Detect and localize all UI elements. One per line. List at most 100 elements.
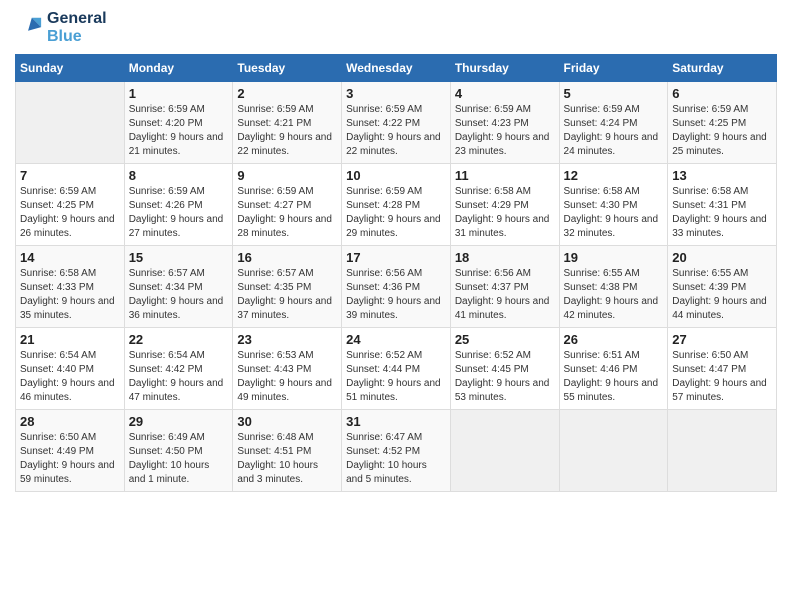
calendar-header-row: SundayMondayTuesdayWednesdayThursdayFrid…: [16, 55, 777, 82]
calendar-cell: 28Sunrise: 6:50 AMSunset: 4:49 PMDayligh…: [16, 410, 125, 492]
day-info: Sunrise: 6:58 AMSunset: 4:33 PMDaylight:…: [20, 267, 120, 323]
day-number: 23: [237, 332, 337, 347]
day-info: Sunrise: 6:51 AMSunset: 4:46 PMDaylight:…: [564, 349, 664, 405]
header-tuesday: Tuesday: [233, 55, 342, 82]
day-number: 25: [455, 332, 555, 347]
calendar-cell: 5Sunrise: 6:59 AMSunset: 4:24 PMDaylight…: [559, 82, 668, 164]
header-thursday: Thursday: [450, 55, 559, 82]
day-number: 31: [346, 414, 446, 429]
calendar-cell: 2 Sunrise: 6:59 AMSunset: 4:21 PMDaylight…: [233, 82, 342, 164]
day-number: 15: [129, 250, 229, 265]
calendar-cell: [559, 410, 668, 492]
day-number: 20: [672, 250, 772, 265]
calendar-cell: 12 Sunrise: 6:58 AMSunset: 4:30 PMDayligh…: [559, 164, 668, 246]
calendar-cell: 23 Sunrise: 6:53 AMSunset: 4:43 PMDayligh…: [233, 328, 342, 410]
header: General Blue: [15, 10, 777, 46]
day-number: 27: [672, 332, 772, 347]
week-row-0: 1 Sunrise: 6:59 AMSunset: 4:20 PMDaylight…: [16, 82, 777, 164]
logo: General Blue: [15, 10, 107, 46]
day-info: Sunrise: 6:58 AMSunset: 4:31 PMDaylight:…: [672, 185, 772, 241]
day-info: Sunrise: 6:59 AMSunset: 4:27 PMDaylight:…: [237, 185, 337, 241]
day-info: Sunrise: 6:56 AMSunset: 4:36 PMDaylight:…: [346, 267, 446, 323]
calendar-cell: [16, 82, 125, 164]
day-number: 26: [564, 332, 664, 347]
logo-icon: [15, 14, 43, 42]
day-info: Sunrise: 6:57 AMSunset: 4:34 PMDaylight:…: [129, 267, 229, 323]
calendar-cell: 29Sunrise: 6:49 AMSunset: 4:50 PMDayligh…: [124, 410, 233, 492]
calendar-cell: 16Sunrise: 6:57 AMSunset: 4:35 PMDayligh…: [233, 246, 342, 328]
calendar-cell: 9 Sunrise: 6:59 AMSunset: 4:27 PMDaylight…: [233, 164, 342, 246]
day-number: 28: [20, 414, 120, 429]
day-info: Sunrise: 6:52 AMSunset: 4:45 PMDaylight:…: [455, 349, 555, 405]
day-info: Sunrise: 6:59 AMSunset: 4:26 PMDaylight:…: [129, 185, 229, 241]
day-info: Sunrise: 6:55 AMSunset: 4:38 PMDaylight:…: [564, 267, 664, 323]
header-friday: Friday: [559, 55, 668, 82]
day-number: 9: [237, 168, 337, 183]
day-info: Sunrise: 6:47 AMSunset: 4:52 PMDaylight:…: [346, 431, 446, 487]
day-number: 29: [129, 414, 229, 429]
calendar-cell: 4Sunrise: 6:59 AMSunset: 4:23 PMDaylight…: [450, 82, 559, 164]
day-number: 22: [129, 332, 229, 347]
calendar-cell: [668, 410, 777, 492]
header-monday: Monday: [124, 55, 233, 82]
calendar-cell: 13 Sunrise: 6:58 AMSunset: 4:31 PMDayligh…: [668, 164, 777, 246]
week-row-3: 21Sunrise: 6:54 AMSunset: 4:40 PMDayligh…: [16, 328, 777, 410]
calendar-cell: 19 Sunrise: 6:55 AMSunset: 4:38 PMDayligh…: [559, 246, 668, 328]
day-number: 2: [237, 86, 337, 101]
calendar-cell: 10 Sunrise: 6:59 AMSunset: 4:28 PMDayligh…: [342, 164, 451, 246]
day-number: 8: [129, 168, 229, 183]
calendar-cell: 11 Sunrise: 6:58 AMSunset: 4:29 PMDayligh…: [450, 164, 559, 246]
week-row-4: 28Sunrise: 6:50 AMSunset: 4:49 PMDayligh…: [16, 410, 777, 492]
day-number: 11: [455, 168, 555, 183]
day-number: 17: [346, 250, 446, 265]
week-row-1: 7 Sunrise: 6:59 AMSunset: 4:25 PMDaylight…: [16, 164, 777, 246]
header-saturday: Saturday: [668, 55, 777, 82]
day-info: Sunrise: 6:59 AMSunset: 4:25 PMDaylight:…: [672, 103, 772, 159]
calendar-cell: 26 Sunrise: 6:51 AMSunset: 4:46 PMDayligh…: [559, 328, 668, 410]
day-number: 30: [237, 414, 337, 429]
day-info: Sunrise: 6:59 AMSunset: 4:22 PMDaylight:…: [346, 103, 446, 159]
day-number: 10: [346, 168, 446, 183]
day-info: Sunrise: 6:56 AMSunset: 4:37 PMDaylight:…: [455, 267, 555, 323]
calendar-cell: 1 Sunrise: 6:59 AMSunset: 4:20 PMDaylight…: [124, 82, 233, 164]
day-info: Sunrise: 6:50 AMSunset: 4:47 PMDaylight:…: [672, 349, 772, 405]
day-info: Sunrise: 6:53 AMSunset: 4:43 PMDaylight:…: [237, 349, 337, 405]
day-number: 16: [237, 250, 337, 265]
page-container: General Blue SundayMondayTuesdayWednesda…: [0, 0, 792, 502]
day-info: Sunrise: 6:59 AMSunset: 4:25 PMDaylight:…: [20, 185, 120, 241]
calendar-cell: 30 Sunrise: 6:48 AMSunset: 4:51 PMDayligh…: [233, 410, 342, 492]
day-info: Sunrise: 6:59 AMSunset: 4:24 PMDaylight:…: [564, 103, 664, 159]
calendar-cell: 7 Sunrise: 6:59 AMSunset: 4:25 PMDaylight…: [16, 164, 125, 246]
day-number: 12: [564, 168, 664, 183]
calendar-cell: [450, 410, 559, 492]
calendar-cell: 24 Sunrise: 6:52 AMSunset: 4:44 PMDayligh…: [342, 328, 451, 410]
calendar-cell: 14 Sunrise: 6:58 AMSunset: 4:33 PMDayligh…: [16, 246, 125, 328]
header-sunday: Sunday: [16, 55, 125, 82]
day-info: Sunrise: 6:55 AMSunset: 4:39 PMDaylight:…: [672, 267, 772, 323]
calendar-cell: 21Sunrise: 6:54 AMSunset: 4:40 PMDayligh…: [16, 328, 125, 410]
day-number: 3: [346, 86, 446, 101]
calendar-cell: 25 Sunrise: 6:52 AMSunset: 4:45 PMDayligh…: [450, 328, 559, 410]
calendar-cell: 3 Sunrise: 6:59 AMSunset: 4:22 PMDaylight…: [342, 82, 451, 164]
calendar-table: SundayMondayTuesdayWednesdayThursdayFrid…: [15, 54, 777, 492]
day-info: Sunrise: 6:59 AMSunset: 4:28 PMDaylight:…: [346, 185, 446, 241]
day-info: Sunrise: 6:59 AMSunset: 4:21 PMDaylight:…: [237, 103, 337, 159]
day-number: 4: [455, 86, 555, 101]
day-info: Sunrise: 6:58 AMSunset: 4:29 PMDaylight:…: [455, 185, 555, 241]
day-info: Sunrise: 6:59 AMSunset: 4:20 PMDaylight:…: [129, 103, 229, 159]
week-row-2: 14 Sunrise: 6:58 AMSunset: 4:33 PMDayligh…: [16, 246, 777, 328]
day-number: 24: [346, 332, 446, 347]
day-number: 19: [564, 250, 664, 265]
day-number: 1: [129, 86, 229, 101]
calendar-cell: 20 Sunrise: 6:55 AMSunset: 4:39 PMDayligh…: [668, 246, 777, 328]
day-info: Sunrise: 6:54 AMSunset: 4:42 PMDaylight:…: [129, 349, 229, 405]
calendar-cell: 31 Sunrise: 6:47 AMSunset: 4:52 PMDayligh…: [342, 410, 451, 492]
day-info: Sunrise: 6:58 AMSunset: 4:30 PMDaylight:…: [564, 185, 664, 241]
day-number: 13: [672, 168, 772, 183]
day-info: Sunrise: 6:48 AMSunset: 4:51 PMDaylight:…: [237, 431, 337, 487]
day-info: Sunrise: 6:52 AMSunset: 4:44 PMDaylight:…: [346, 349, 446, 405]
day-number: 14: [20, 250, 120, 265]
calendar-cell: 17 Sunrise: 6:56 AMSunset: 4:36 PMDayligh…: [342, 246, 451, 328]
header-wednesday: Wednesday: [342, 55, 451, 82]
day-number: 7: [20, 168, 120, 183]
